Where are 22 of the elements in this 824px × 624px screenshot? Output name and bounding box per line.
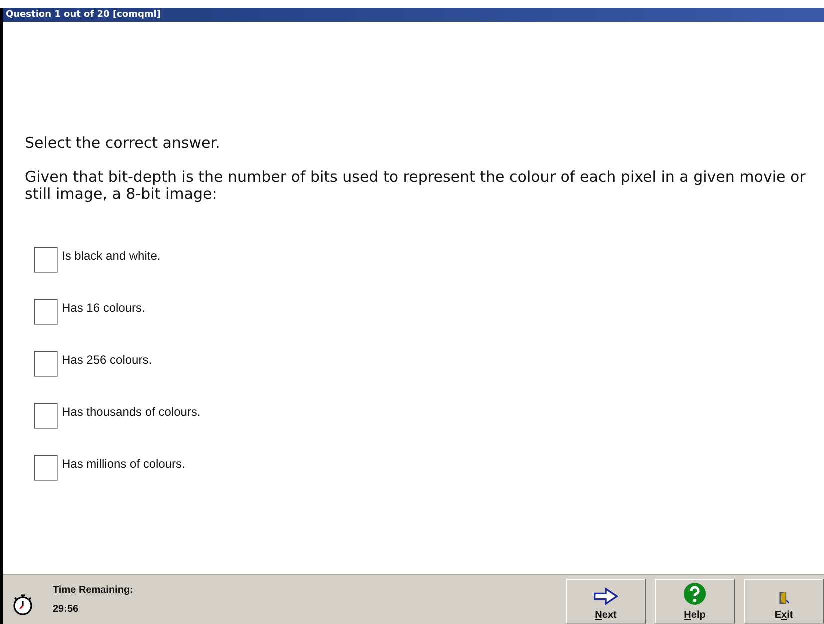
help-button[interactable]: Help xyxy=(655,579,735,624)
checkbox[interactable] xyxy=(34,299,58,325)
stopwatch-icon xyxy=(11,592,35,616)
answer-option[interactable]: Has 16 colours. xyxy=(62,301,146,315)
window-title: Question 1 out of 20 [comqml] xyxy=(6,10,161,20)
checkbox[interactable] xyxy=(34,455,58,481)
instruction-text: Select the correct answer. xyxy=(25,134,222,152)
next-button[interactable]: Next xyxy=(566,579,646,624)
timer-label: Time Remaining: xyxy=(53,584,134,596)
checkbox[interactable] xyxy=(34,351,58,377)
answer-option[interactable]: Has 256 colours. xyxy=(62,353,152,367)
door-icon xyxy=(778,590,790,606)
checkbox[interactable] xyxy=(34,247,58,273)
exit-button[interactable]: Exit xyxy=(744,579,824,624)
time-remaining: 29:56 xyxy=(53,604,80,614)
checkbox[interactable] xyxy=(34,403,58,429)
answer-option[interactable]: Has millions of colours. xyxy=(62,457,186,471)
answer-option[interactable]: Is black and white. xyxy=(62,249,161,263)
arrow-icon xyxy=(593,587,619,606)
answer-option[interactable]: Has thousands of colours. xyxy=(62,405,201,419)
question-text: Given that bit-depth is the number of bits used to represent the colour of each pixel in a given movie or still image, a 8-bit image: xyxy=(25,169,807,203)
help-icon xyxy=(683,582,707,606)
